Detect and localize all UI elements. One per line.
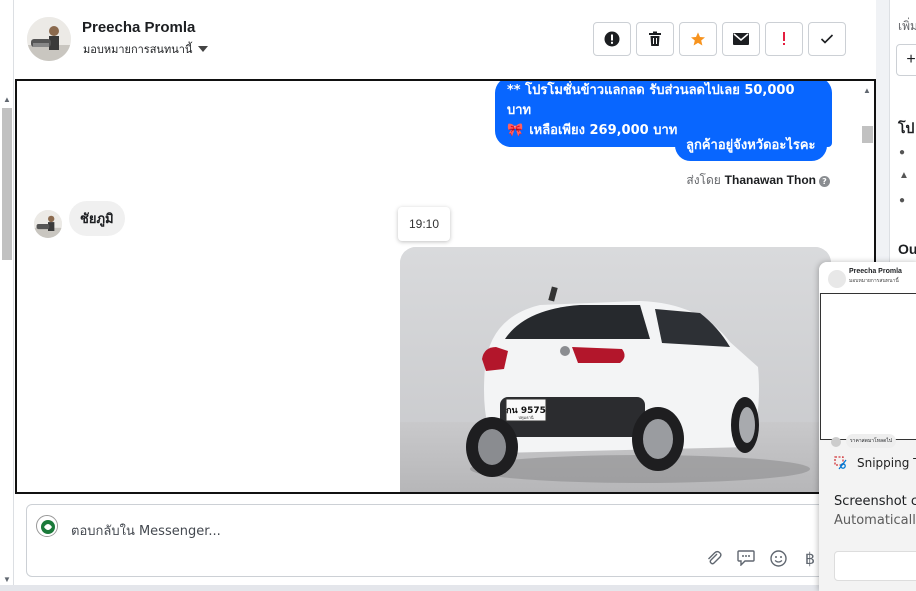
sent-by-label: ส่งโดย Thanawan Thon?: [686, 171, 830, 190]
notification-description: Automatically: [834, 513, 916, 528]
outgoing-message[interactable]: ลูกค้าอยู่จังหวัดอะไรคะ: [675, 130, 827, 161]
smiley-icon: [769, 549, 787, 567]
preview-name: Preecha Promla: [849, 268, 902, 275]
reply-input[interactable]: ตอบกลับใน Messenger...: [71, 520, 221, 541]
contact-name: Preecha Promla: [82, 19, 196, 36]
preview-header: Preecha Promla มอบหมายการสนทนานี้: [819, 262, 916, 293]
sent-by-prefix: ส่งโดย: [686, 173, 721, 187]
help-icon[interactable]: ?: [819, 176, 830, 187]
paperclip-icon: [708, 550, 722, 565]
mark-unread-button[interactable]: [722, 22, 760, 56]
location-icon: ●: [899, 195, 906, 206]
scrollbar-thumb[interactable]: [862, 126, 873, 143]
snipping-tool-icon: [834, 456, 847, 470]
star-icon: [691, 32, 705, 46]
left-panel-scrollbar[interactable]: ▲: [0, 0, 14, 591]
scroll-up-icon[interactable]: ▲: [863, 86, 871, 95]
mark-done-button[interactable]: [808, 22, 846, 56]
mark-important-button[interactable]: [593, 22, 631, 56]
contact-avatar[interactable]: [27, 17, 71, 61]
section-title-2: Ou: [898, 241, 916, 257]
reply-composer[interactable]: ตอบกลับใน Messenger... ฿: [26, 504, 876, 577]
chat-bubble-icon: [737, 550, 755, 566]
notification-action-button[interactable]: [834, 551, 916, 581]
snipping-tool-notification[interactable]: Preecha Promla มอบหมายการสนทนานี้ ราคาสด…: [819, 262, 916, 591]
attachment-button[interactable]: [704, 548, 724, 568]
message-timestamp: 19:10: [398, 207, 450, 241]
conversation-actions: [593, 22, 846, 56]
delete-button[interactable]: [636, 22, 674, 56]
preview-message: ราคาสดมาโหลดไป: [846, 434, 897, 448]
notification-title: Screenshot co: [834, 494, 916, 509]
message-line: ** โปรโมชั่นข้าวแลกลด รับส่วนลดไปเลย 50,…: [507, 83, 795, 118]
saved-reply-button[interactable]: [736, 548, 756, 568]
mail-icon: [733, 33, 749, 45]
assign-label: มอบหมายการสนทนานี้: [83, 43, 193, 56]
incoming-message[interactable]: ชัยภูมิ: [69, 201, 125, 236]
add-label: เพิ่ม: [898, 19, 916, 33]
section-title: โป: [898, 120, 915, 136]
bottom-bar: [0, 585, 876, 591]
preview-avatar-small: [831, 437, 841, 447]
star-button[interactable]: [679, 22, 717, 56]
alert-circle-icon: [604, 31, 620, 47]
car-photo-attachment[interactable]: กน 9575 ปทุมธานี: [400, 247, 831, 492]
emoji-button[interactable]: [768, 548, 788, 568]
preview-avatar: [828, 270, 846, 288]
sender-name[interactable]: Thanawan Thon: [725, 173, 816, 187]
scrollbar-thumb[interactable]: [2, 108, 12, 260]
ribbon-emoji-icon: 🎀: [507, 123, 524, 138]
payment-button[interactable]: ฿: [800, 548, 820, 568]
assign-conversation-dropdown[interactable]: มอบหมายการสนทนานี้: [83, 40, 209, 58]
add-button[interactable]: +: [896, 44, 916, 76]
conversation-panel: Preecha Promla มอบหมายการสนทนานี้ ** โปร…: [14, 0, 876, 591]
education-icon: ▲: [899, 170, 909, 181]
page-logo: [36, 515, 58, 537]
check-icon: [820, 34, 834, 44]
message-thread[interactable]: ** โปรโมชั่นข้าวแลกลด รับส่วนลดไปเลย 50,…: [15, 79, 876, 494]
clock-icon: ●: [899, 147, 906, 158]
app-name: Snipping To: [857, 456, 916, 470]
exclamation-icon: [783, 32, 785, 45]
composer-tools: ฿: [704, 548, 820, 568]
message-line-text: เหลือเพียง 269,000 บาท: [529, 123, 678, 138]
preview-subtitle: มอบหมายการสนทนานี้: [849, 278, 899, 284]
baht-icon: ฿: [804, 548, 816, 568]
scroll-up-icon[interactable]: ▲: [3, 95, 11, 104]
contact-avatar-small[interactable]: [34, 210, 62, 238]
trash-icon: [649, 31, 661, 46]
screenshot-preview[interactable]: ราคาสดมาโหลดไป: [820, 293, 916, 448]
scroll-down-icon[interactable]: ▼: [3, 575, 11, 584]
spam-button[interactable]: [765, 22, 803, 56]
caret-down-icon: [198, 46, 209, 52]
conversation-header: Preecha Promla มอบหมายการสนทนานี้: [14, 0, 876, 78]
